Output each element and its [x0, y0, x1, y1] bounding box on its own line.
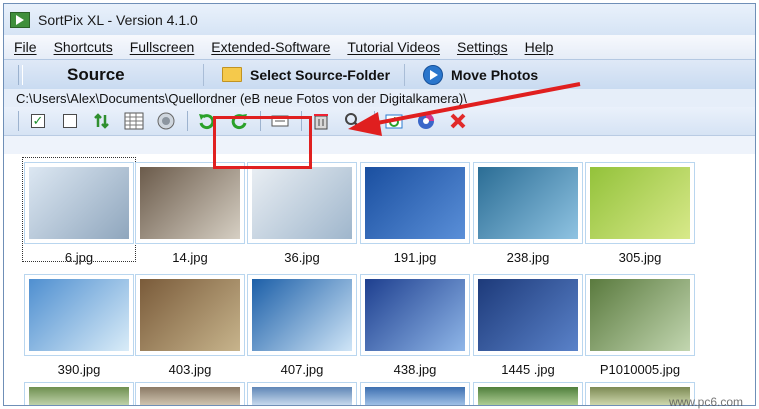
thumbnail-item[interactable]: 238.jpg — [472, 158, 584, 265]
thumbnail-frame — [473, 274, 583, 356]
thumbnail-filename: 238.jpg — [506, 250, 550, 265]
zoom-icon[interactable] — [342, 110, 364, 132]
thumbnail-filename: 36.jpg — [284, 250, 320, 265]
move-photos-button[interactable]: Move Photos — [415, 63, 546, 87]
thumbnail-frame — [247, 274, 357, 356]
uncheck-all-icon[interactable] — [59, 110, 81, 132]
source-label: Source — [67, 64, 125, 84]
thumbnail-frame — [585, 274, 695, 356]
toolbar-grip[interactable] — [18, 64, 23, 85]
thumbnail-item[interactable]: 305.jpg — [584, 158, 696, 265]
thumbnail-item[interactable]: 14.jpg — [134, 158, 246, 265]
app-logo-icon — [10, 11, 30, 28]
close-red-icon[interactable] — [447, 110, 469, 132]
path-bar: C:\Users\Alex\Documents\Quellordner (eB … — [4, 89, 755, 107]
menu-fullscreen[interactable]: Fullscreen — [130, 39, 204, 55]
menu-bar: File Shortcuts Fullscreen Extended-Softw… — [4, 35, 755, 59]
thumbnail-filename: 191.jpg — [393, 250, 437, 265]
thumbnail-image — [365, 279, 465, 351]
toolbar-separator — [404, 63, 406, 86]
select-source-folder-button[interactable]: Select Source-Folder — [214, 63, 398, 87]
thumbnail-image — [590, 279, 690, 351]
thumbnail-item[interactable]: 36.jpg — [246, 158, 358, 265]
refresh-icon[interactable] — [383, 110, 405, 132]
watermark-text: www.pc6.com — [668, 395, 743, 409]
thumbnail-image — [478, 167, 578, 239]
thumbnail-grid: 6.jpg 14.jpg 36.jpg 191.jpg 238.jpg 305.… — [4, 154, 755, 405]
thumbnail-item-partial[interactable] — [359, 382, 471, 405]
thumbnail-filename: 14.jpg — [172, 250, 208, 265]
toolbar-separator — [18, 111, 19, 131]
thumbnail-item-partial[interactable] — [246, 382, 358, 405]
thumbnail-filename: 407.jpg — [280, 362, 324, 377]
thumbnail-item[interactable]: 6.jpg — [22, 157, 136, 265]
app-window: SortPix XL - Version 4.1.0 File Shortcut… — [3, 3, 756, 406]
thumbnail-filename: 390.jpg — [57, 362, 101, 377]
thumbnail-frame — [135, 162, 245, 244]
thumbnail-filename: 6.jpg — [64, 250, 94, 265]
thumbnail-frame — [360, 162, 470, 244]
check-all-icon[interactable]: ✓ — [27, 110, 49, 132]
thumbnail-filename: 1445 .jpg — [501, 362, 555, 377]
menu-help[interactable]: Help — [525, 39, 563, 55]
thumbnail-image — [29, 167, 129, 239]
color-icon[interactable] — [415, 110, 437, 132]
thumbnail-frame — [24, 162, 134, 244]
thumbnail-item-partial[interactable] — [23, 382, 135, 405]
folder-icon — [222, 67, 242, 82]
thumbnail-item-partial[interactable] — [472, 382, 584, 405]
current-path: C:\Users\Alex\Documents\Quellordner (eB … — [16, 90, 467, 106]
menu-shortcuts[interactable]: Shortcuts — [54, 39, 122, 55]
window-title: SortPix XL - Version 4.1.0 — [38, 11, 198, 28]
thumbnail-frame — [585, 162, 695, 244]
source-toolbar: Source Select Source-Folder Move Photos — [4, 59, 755, 89]
sort-icon[interactable] — [91, 110, 113, 132]
thumbnail-item[interactable]: 390.jpg — [23, 270, 135, 377]
thumbnail-item[interactable]: 407.jpg — [246, 270, 358, 377]
thumbnail-filename: 305.jpg — [618, 250, 662, 265]
thumbnail-item[interactable]: P1010005.jpg — [584, 270, 696, 377]
thumbnail-frame — [135, 274, 245, 356]
thumbnail-filename: P1010005.jpg — [599, 362, 681, 377]
thumbnail-frame — [24, 274, 134, 356]
thumbnail-filename: 438.jpg — [393, 362, 437, 377]
thumbnail-item-partial[interactable] — [134, 382, 246, 405]
menu-settings[interactable]: Settings — [457, 39, 517, 55]
thumbnail-item[interactable]: 403.jpg — [134, 270, 246, 377]
thumbnail-item[interactable]: 438.jpg — [359, 270, 471, 377]
toolbar-separator — [203, 63, 204, 86]
thumbnail-image — [252, 167, 352, 239]
menu-extended-software[interactable]: Extended-Software — [211, 39, 339, 55]
thumbnail-image — [29, 279, 129, 351]
move-photos-label: Move Photos — [451, 66, 539, 83]
thumbnail-image — [252, 279, 352, 351]
thumbnail-filename: 403.jpg — [168, 362, 212, 377]
thumbnail-item[interactable]: 191.jpg — [359, 158, 471, 265]
thumbnail-image — [478, 279, 578, 351]
thumbnail-image — [140, 279, 240, 351]
move-arrow-icon — [423, 64, 444, 85]
thumbnail-frame — [247, 162, 357, 244]
toolbar-separator — [187, 111, 188, 131]
icon-toolbar: ✓ — [4, 107, 755, 136]
delete-image-icon[interactable] — [310, 110, 332, 132]
thumbnail-frame — [360, 274, 470, 356]
thumbnail-image — [365, 167, 465, 239]
select-source-folder-label: Select Source-Folder — [250, 66, 391, 83]
title-bar: SortPix XL - Version 4.1.0 — [4, 4, 755, 35]
menu-file[interactable]: File — [14, 39, 46, 55]
highlight-box — [213, 116, 312, 169]
menu-tutorial-videos[interactable]: Tutorial Videos — [347, 39, 449, 55]
thumbnail-item[interactable]: 1445 .jpg — [472, 270, 584, 377]
thumbnail-image — [590, 167, 690, 239]
toolbar-separator — [374, 111, 375, 131]
thumbnail-frame — [473, 162, 583, 244]
thumbnail-image — [140, 167, 240, 239]
grid-view-icon[interactable] — [123, 110, 145, 132]
speaker-icon[interactable] — [155, 110, 177, 132]
